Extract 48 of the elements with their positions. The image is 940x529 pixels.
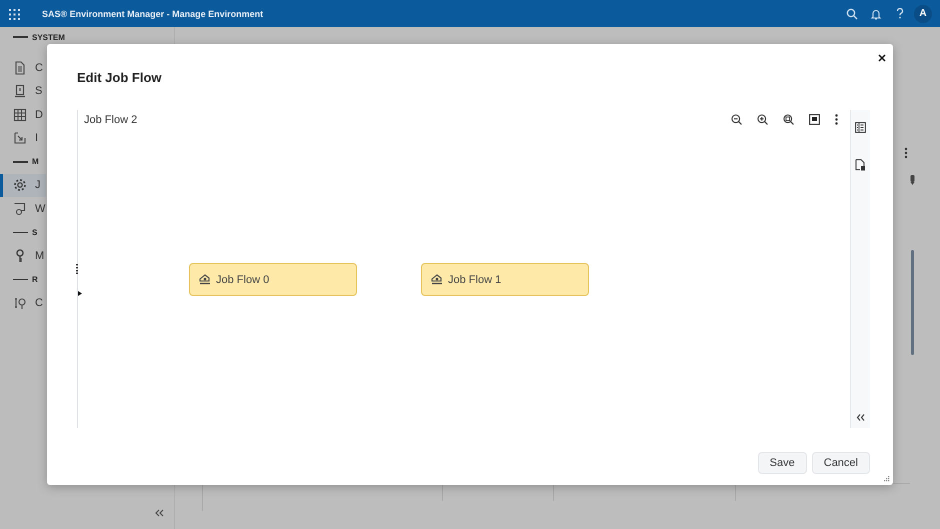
- zoom-in-icon[interactable]: [757, 114, 768, 125]
- nav-item[interactable]: M: [0, 244, 46, 268]
- more-options-icon[interactable]: [835, 114, 838, 125]
- drag-handle-icon[interactable]: [76, 264, 78, 274]
- expand-arrow-icon[interactable]: [78, 291, 82, 296]
- document-icon: [13, 60, 27, 75]
- nav-item[interactable]: W: [0, 197, 46, 220]
- nav-item[interactable]: D: [0, 103, 46, 126]
- bell-icon[interactable]: [870, 8, 882, 20]
- section-header: R: [32, 274, 38, 284]
- section-header: M: [32, 157, 39, 166]
- job-icon: [199, 274, 211, 285]
- nav-item[interactable]: I: [0, 126, 46, 150]
- grid-icon: [13, 108, 27, 122]
- document-edit-icon[interactable]: [855, 159, 866, 171]
- gear-icon: [13, 178, 27, 192]
- app-title: SAS® Environment Manager - Manage Environment: [42, 8, 264, 18]
- user-avatar[interactable]: A: [914, 4, 932, 22]
- pin-icon[interactable]: [910, 175, 915, 185]
- zoom-out-icon[interactable]: [731, 114, 742, 125]
- apps-menu-icon[interactable]: [8, 8, 20, 20]
- dialog-button[interactable]: Cancel: [812, 452, 870, 474]
- resize-grip-icon[interactable]: [884, 476, 890, 482]
- nav-item[interactable]: C: [0, 56, 46, 80]
- flow-icon: [13, 202, 27, 216]
- flow-node[interactable]: Job Flow 0: [189, 263, 357, 296]
- dialog-title: Edit Job Flow: [77, 70, 162, 84]
- search-icon[interactable]: [846, 8, 858, 20]
- section-header: S: [32, 228, 38, 237]
- nav-item[interactable]: S: [0, 80, 46, 103]
- flow-node[interactable]: Job Flow 1: [421, 263, 589, 296]
- more-options-icon[interactable]: [904, 147, 908, 159]
- nav-item[interactable]: J: [0, 174, 46, 197]
- server-icon: [13, 84, 27, 98]
- dialog-button[interactable]: Save: [758, 452, 807, 474]
- import-icon: [13, 131, 27, 146]
- zoom-fit-icon[interactable]: [783, 114, 794, 125]
- job-icon: [431, 274, 443, 285]
- collapse-icon[interactable]: [154, 509, 164, 517]
- help-icon[interactable]: [896, 8, 904, 19]
- collapse-icon[interactable]: [856, 414, 865, 421]
- nav-item[interactable]: C: [0, 291, 46, 314]
- section-header: SYSTEM: [32, 32, 65, 42]
- properties-icon[interactable]: [855, 122, 866, 133]
- close-icon[interactable]: [878, 54, 886, 62]
- flow-name: Job Flow 2: [84, 114, 138, 126]
- fit-view-icon[interactable]: [809, 114, 820, 125]
- scrollbar[interactable]: [911, 250, 914, 355]
